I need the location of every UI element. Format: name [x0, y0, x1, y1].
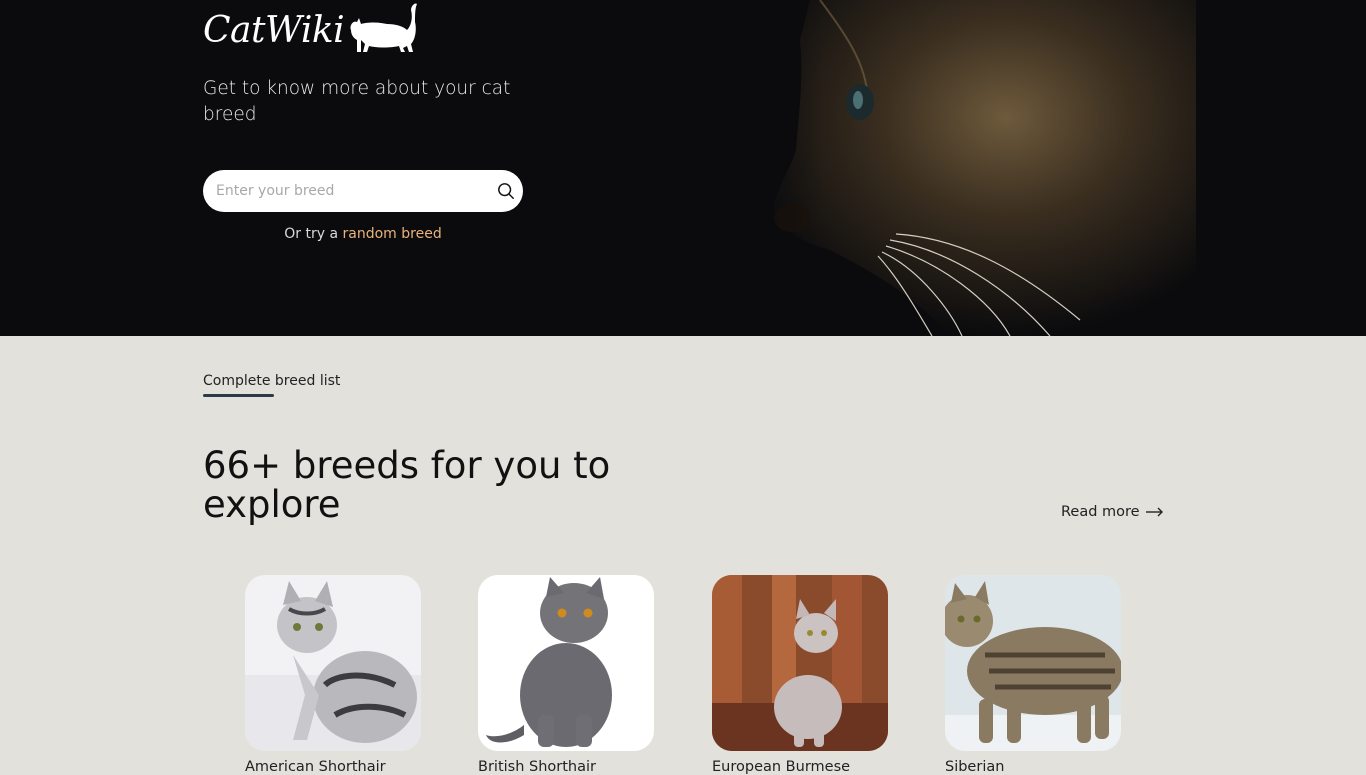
breed-list-tab[interactable]: Complete breed list: [203, 373, 340, 389]
logo[interactable]: CatWiki: [203, 0, 423, 62]
arrow-right-icon: [1145, 507, 1163, 517]
breed-photo: [245, 575, 421, 751]
hero-cat-photo: [700, 0, 1196, 336]
search-bar[interactable]: [203, 170, 523, 212]
breed-name: American Shorthair: [245, 759, 386, 775]
read-more-link[interactable]: Read more: [1061, 504, 1164, 520]
breed-name: Siberian: [945, 759, 1005, 775]
breed-section: Complete breed list 66+ breeds for you t…: [0, 336, 1366, 775]
breed-cards: American Shorthair British Shorthair Eur…: [245, 575, 1125, 775]
breed-card[interactable]: British Shorthair: [478, 575, 654, 775]
breed-search-input[interactable]: [216, 170, 486, 212]
tab-underline: [203, 394, 274, 397]
search-icon[interactable]: [497, 182, 515, 200]
breed-photo: [945, 575, 1121, 751]
breed-name: British Shorthair: [478, 759, 596, 775]
random-breed-line: Or try a random breed: [203, 226, 523, 242]
cat-silhouette-icon: [350, 3, 417, 52]
random-prefix: Or try a: [284, 226, 343, 242]
hero-banner: CatWiki Get to know more about your cat …: [0, 0, 1366, 336]
section-headline: 66+ breeds for you to explore: [203, 444, 611, 526]
breed-card[interactable]: Siberian: [945, 575, 1121, 775]
breed-card[interactable]: European Burmese: [712, 575, 888, 775]
breed-name: European Burmese: [712, 759, 851, 775]
logo-text: CatWiki: [203, 10, 345, 51]
hero-tagline: Get to know more about your cat breed: [203, 78, 511, 125]
breed-photo: [478, 575, 654, 751]
random-breed-link[interactable]: random breed: [343, 226, 442, 242]
breed-photo: [712, 575, 888, 751]
breed-card[interactable]: American Shorthair: [245, 575, 421, 775]
read-more-label: Read more: [1061, 504, 1140, 520]
